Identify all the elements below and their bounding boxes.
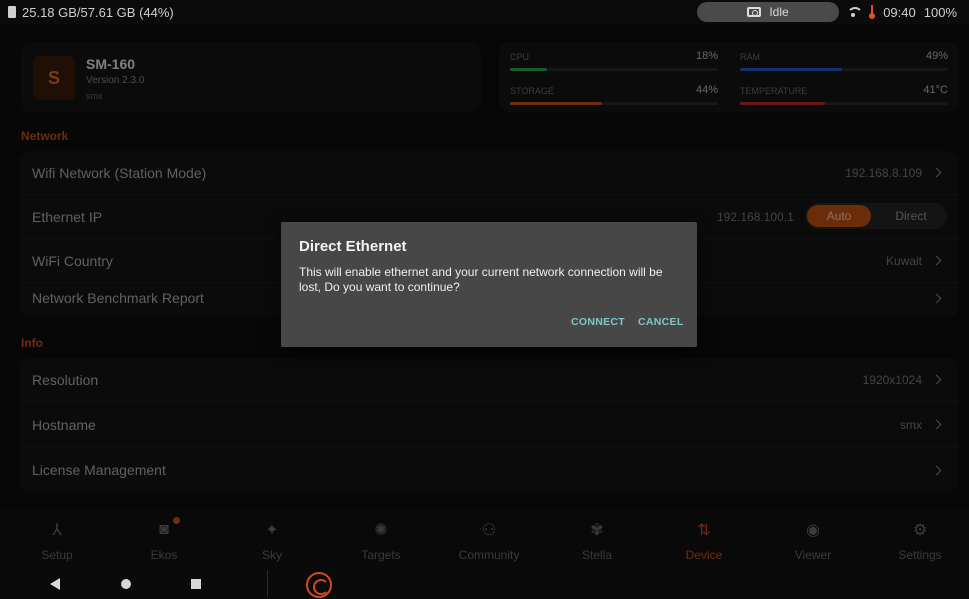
wifi-icon: [847, 6, 864, 18]
app-shortcut-icon[interactable]: [306, 572, 332, 598]
thermometer-icon: [869, 5, 876, 19]
connect-button[interactable]: CONNECT: [571, 316, 625, 328]
home-icon[interactable]: [121, 579, 131, 589]
camera-status-pill[interactable]: Idle: [697, 2, 839, 22]
nav-divider: [267, 570, 268, 597]
camera-status-text: Idle: [769, 5, 789, 19]
system-navigation-bar: [0, 568, 969, 599]
battery-text: 100%: [923, 4, 957, 20]
dialog-title: Direct Ethernet: [299, 238, 407, 255]
storage-text: 25.18 GB/57.61 GB (44%): [22, 4, 174, 20]
clock-text: 09:40: [883, 4, 916, 20]
back-icon[interactable]: [50, 578, 60, 590]
storage-status: 25.18 GB/57.61 GB (44%): [0, 5, 174, 20]
recent-apps-icon[interactable]: [191, 579, 201, 589]
status-indicators: 09:40 100%: [847, 0, 957, 24]
status-bar: 25.18 GB/57.61 GB (44%) Idle 09:40 100%: [0, 0, 969, 24]
storage-icon: [8, 6, 16, 18]
direct-ethernet-dialog: Direct Ethernet This will enable etherne…: [281, 222, 697, 347]
dialog-message: This will enable ethernet and your curre…: [299, 265, 663, 294]
camera-icon: [747, 7, 762, 17]
cancel-button[interactable]: CANCEL: [638, 316, 684, 328]
